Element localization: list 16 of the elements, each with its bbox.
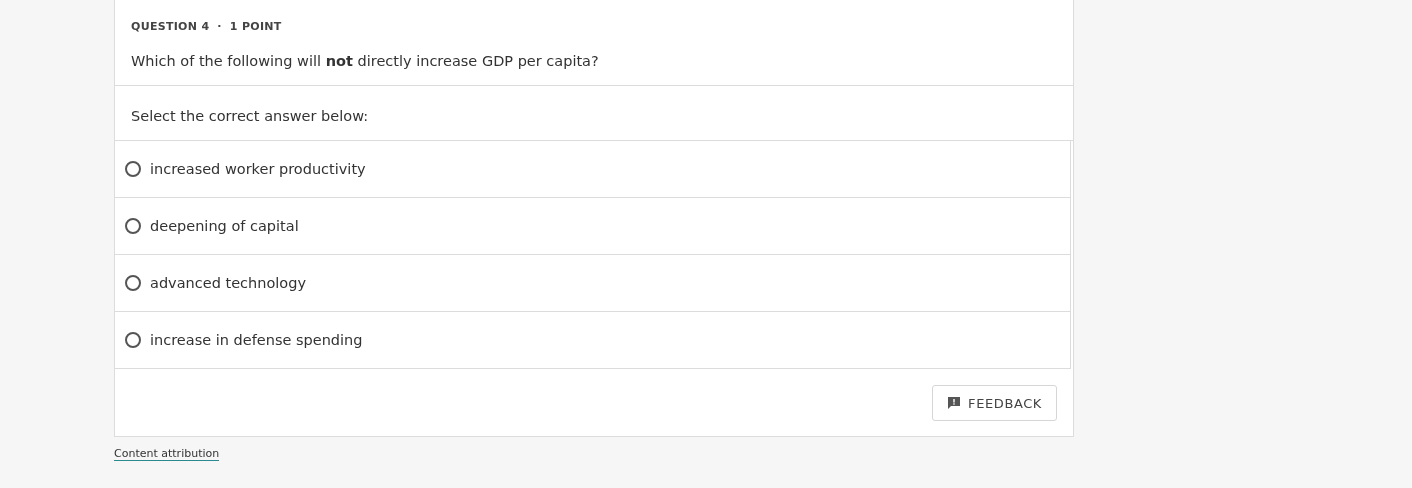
answer-option[interactable]: advanced technology bbox=[115, 255, 1071, 312]
points: 1 POINT bbox=[229, 20, 282, 33]
attribution-link[interactable]: Content attribution bbox=[114, 447, 220, 461]
separator: · bbox=[217, 20, 222, 33]
question-number: QUESTION 4 bbox=[131, 20, 210, 33]
radio-button[interactable] bbox=[125, 161, 141, 177]
answer-option[interactable]: increased worker productivity bbox=[115, 141, 1071, 198]
radio-button[interactable] bbox=[125, 275, 141, 291]
radio-button[interactable] bbox=[125, 332, 141, 348]
instruction: Select the correct answer below: bbox=[115, 86, 1073, 141]
answer-option[interactable]: increase in defense spending bbox=[115, 312, 1071, 369]
question-text: Which of the following will not directly increase GDP per capita? bbox=[131, 53, 600, 69]
radio-button[interactable] bbox=[125, 218, 141, 234]
feedback-icon bbox=[947, 396, 962, 410]
feedback-button[interactable]: FEEDBACK bbox=[932, 385, 1057, 421]
answer-option[interactable]: deepening of capital bbox=[115, 198, 1071, 255]
